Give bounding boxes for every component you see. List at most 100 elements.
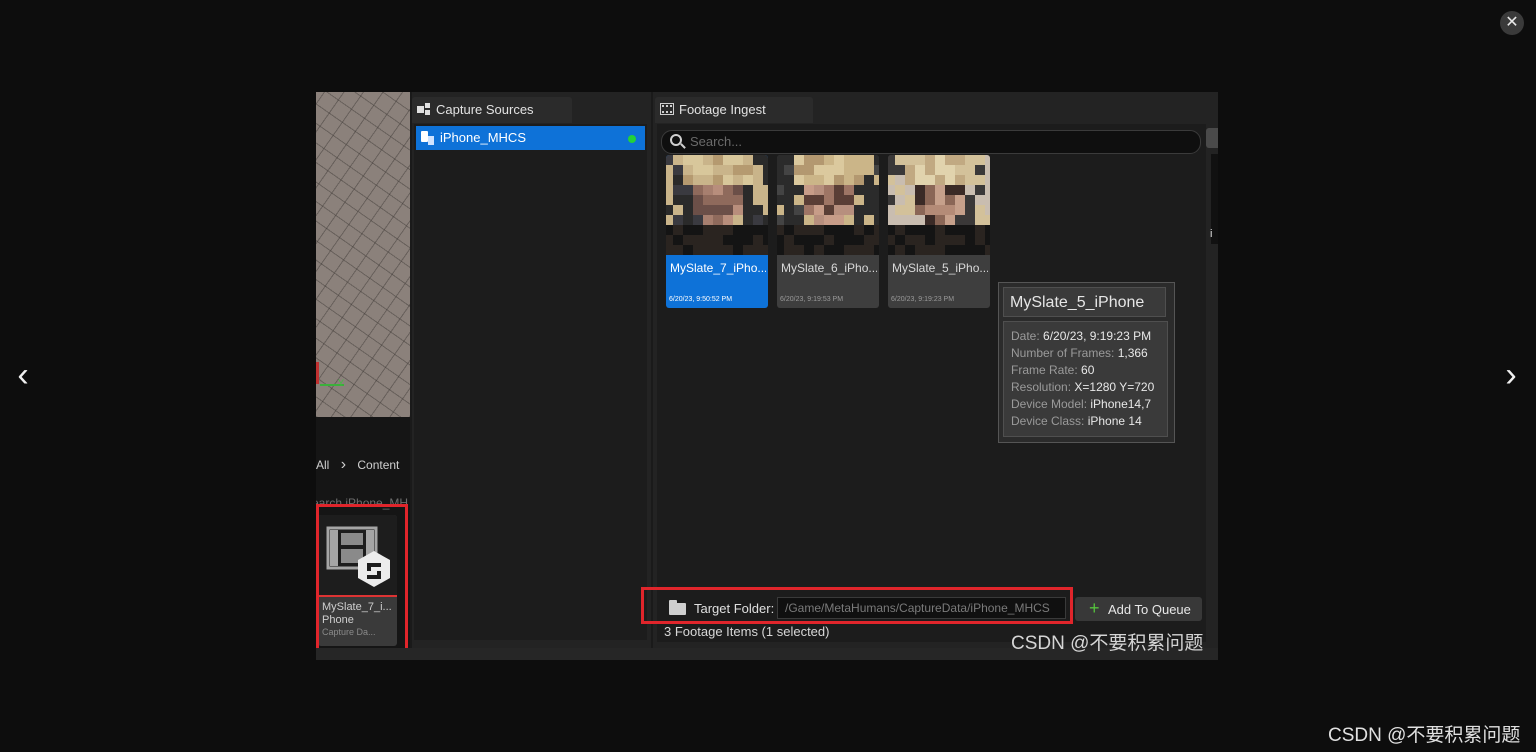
thumbnail-pixel <box>763 175 768 185</box>
footage-item[interactable]: MySlate_6_iPho... 6/20/23, 9:19:53 PM <box>777 155 879 308</box>
thumbnail-pixel <box>723 235 733 245</box>
info-icon[interactable]: i <box>1210 228 1218 242</box>
thumbnail-pixel <box>673 225 683 235</box>
thumbnail-pixel <box>915 185 925 195</box>
thumbnail-pixel <box>713 205 723 215</box>
thumbnail-pixel <box>975 175 985 185</box>
thumbnail-pixel <box>888 185 895 195</box>
previous-arrow-icon[interactable]: ‹ <box>8 355 38 395</box>
thumbnail-pixel <box>895 175 905 185</box>
thumbnail-pixel <box>915 215 925 225</box>
thumbnail-pixel <box>753 155 763 165</box>
inner-watermark: CSDN @不要积累问题 <box>1011 633 1204 654</box>
add-to-queue-label: Add To Queue <box>1108 602 1191 617</box>
tab-footage-ingest[interactable]: Footage Ingest <box>655 97 813 123</box>
thumbnail-pixel <box>905 155 915 165</box>
thumbnail-pixel <box>794 185 804 195</box>
thumbnail-pixel <box>784 165 794 175</box>
capture-sources-panel: Capture Sources iPhone_MHCS <box>412 92 651 660</box>
thumbnail-pixel <box>794 155 804 165</box>
thumbnail-pixel <box>683 155 693 165</box>
thumbnail-pixel <box>814 225 824 235</box>
thumbnail-pixel <box>915 235 925 245</box>
thumbnail-pixel <box>703 165 713 175</box>
thumbnail-pixel <box>743 195 753 205</box>
footage-date: 6/20/23, 9:19:23 PM <box>891 296 955 303</box>
breadcrumb-content[interactable]: Content <box>357 458 399 472</box>
thumbnail-pixel <box>683 185 693 195</box>
thumbnail-pixel <box>864 185 874 195</box>
thumbnail-pixel <box>965 155 975 165</box>
thumbnail-pixel <box>713 155 723 165</box>
thumbnail-pixel <box>864 215 874 225</box>
watermark: CSDN @不要积累问题 <box>1328 725 1521 746</box>
thumbnail-pixel <box>985 175 990 185</box>
thumbnail-pixel <box>683 195 693 205</box>
thumbnail-pixel <box>888 195 895 205</box>
thumbnail-pixel <box>713 175 723 185</box>
thumbnail-pixel <box>965 205 975 215</box>
target-folder-highlight-box <box>641 587 1073 624</box>
chevron-right-icon: › <box>340 456 347 473</box>
thumbnail-pixel <box>814 245 824 255</box>
thumbnail-pixel <box>693 165 703 175</box>
thumbnail-pixel <box>733 185 743 195</box>
breadcrumb-all[interactable]: All <box>316 458 329 472</box>
thumbnail-pixel <box>945 245 955 255</box>
thumbnail-pixel <box>905 215 915 225</box>
thumbnail-pixel <box>713 165 723 175</box>
close-button[interactable]: ✕ <box>1500 11 1524 35</box>
thumbnail-pixel <box>784 245 794 255</box>
thumbnail-pixel <box>814 235 824 245</box>
thumbnail-pixel <box>945 225 955 235</box>
thumbnail-pixel <box>814 205 824 215</box>
thumbnail-pixel <box>888 165 895 175</box>
thumbnail-pixel <box>703 245 713 255</box>
thumbnail-pixel <box>925 165 935 175</box>
thumbnail-pixel <box>804 155 814 165</box>
tooltip-row: Device Class: iPhone 14 <box>1011 414 1142 428</box>
thumbnail-pixel <box>874 205 879 215</box>
thumbnail-pixel <box>925 235 935 245</box>
thumbnail-pixel <box>673 205 683 215</box>
thumbnail-pixel <box>915 245 925 255</box>
tooltip-title: MySlate_5_iPhone <box>1003 287 1166 317</box>
thumbnail-pixel <box>955 215 965 225</box>
thumbnail-pixel <box>743 215 753 225</box>
side-panel-toggle[interactable] <box>1206 128 1218 148</box>
thumbnail-pixel <box>673 215 683 225</box>
thumbnail-pixel <box>713 225 723 235</box>
3d-viewport[interactable] <box>316 92 410 417</box>
next-arrow-icon[interactable]: › <box>1496 355 1526 395</box>
thumbnail-pixel <box>905 195 915 205</box>
footage-date: 6/20/23, 9:50:52 PM <box>669 296 733 303</box>
tab-capture-sources[interactable]: Capture Sources <box>412 97 572 123</box>
add-to-queue-button[interactable]: + Add To Queue <box>1075 597 1202 621</box>
footage-item[interactable]: MySlate_7_iPho... 6/20/23, 9:50:52 PM <box>666 155 768 308</box>
thumbnail-pixel <box>683 235 693 245</box>
thumbnail-pixel <box>733 195 743 205</box>
thumbnail-pixel <box>895 225 905 235</box>
tooltip-row: Date: 6/20/23, 9:19:23 PM <box>1011 329 1152 343</box>
thumbnail-pixel <box>945 195 955 205</box>
thumbnail-pixel <box>743 185 753 195</box>
capture-source-item[interactable]: iPhone_MHCS <box>416 126 645 150</box>
footage-item[interactable]: MySlate_5_iPho... 6/20/23, 9:19:23 PM <box>888 155 990 308</box>
thumbnail-pixel <box>794 195 804 205</box>
thumbnail-pixel <box>925 205 935 215</box>
thumbnail-pixel <box>905 245 915 255</box>
thumbnail-pixel <box>945 155 955 165</box>
thumbnail-pixel <box>874 185 879 195</box>
thumbnail-pixel <box>888 155 895 165</box>
thumbnail-pixel <box>804 245 814 255</box>
thumbnail-pixel <box>733 155 743 165</box>
thumbnail-pixel <box>945 205 955 215</box>
thumbnail-pixel <box>955 245 965 255</box>
footage-search-input[interactable]: Search... <box>661 130 1201 154</box>
thumbnail-pixel <box>763 185 768 195</box>
thumbnail-pixel <box>683 175 693 185</box>
thumbnail-pixel <box>844 245 854 255</box>
thumbnail-pixel <box>844 215 854 225</box>
thumbnail-pixel <box>794 165 804 175</box>
capture-sources-icon <box>417 103 430 115</box>
